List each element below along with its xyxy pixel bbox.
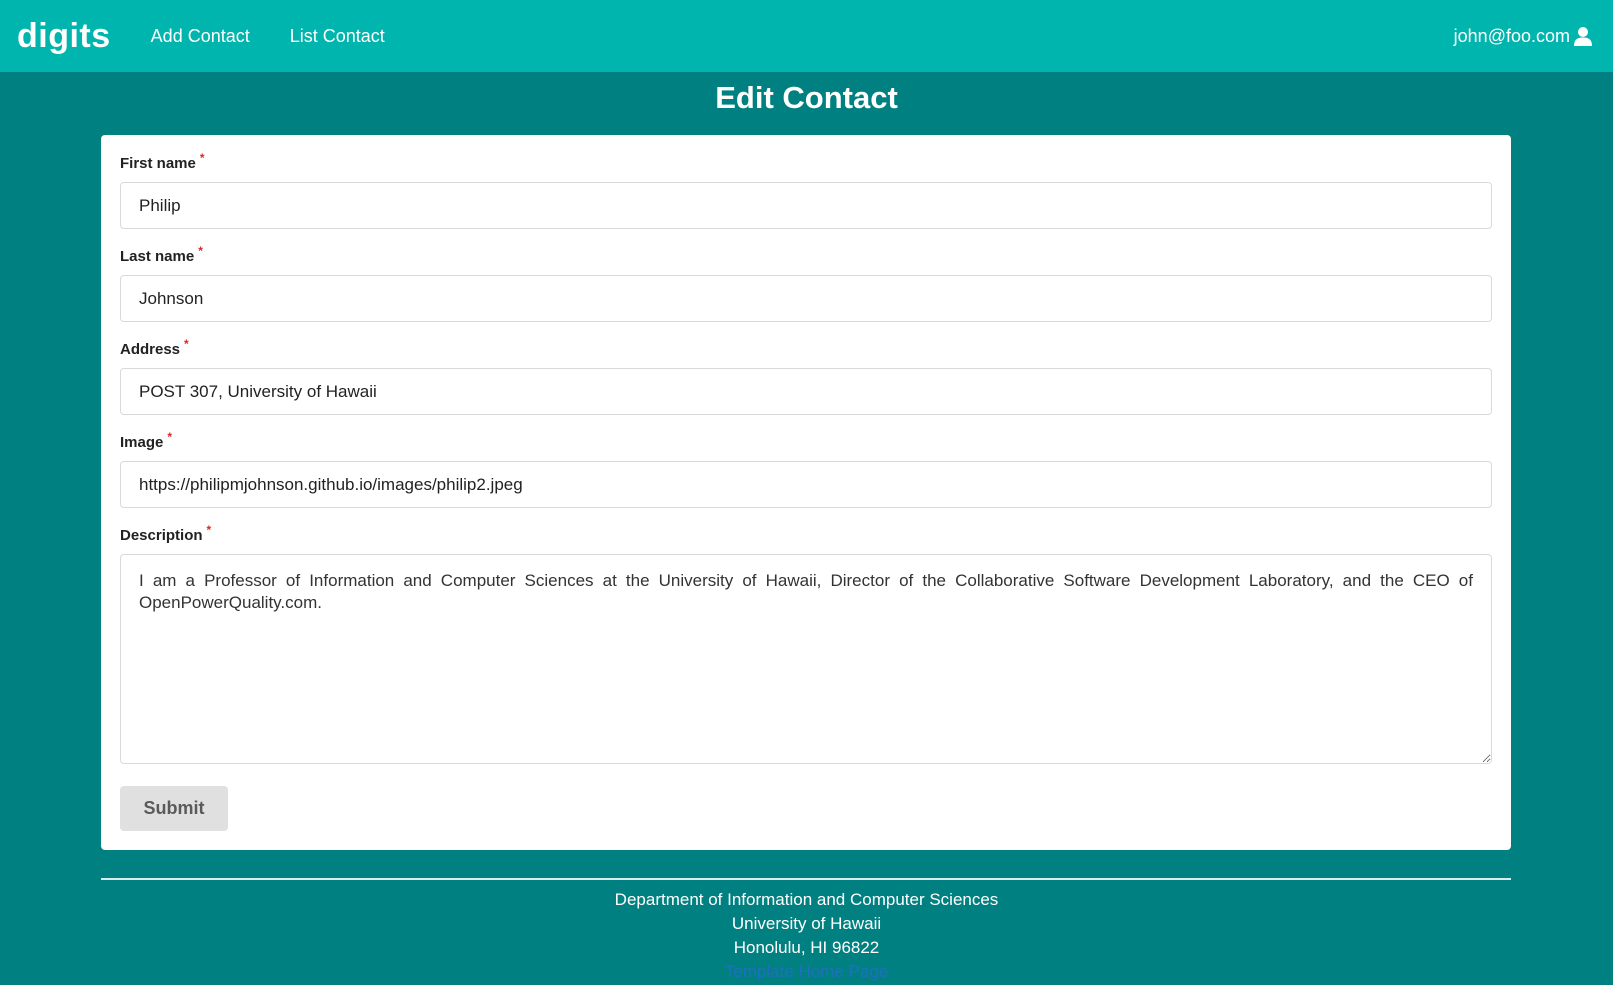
image-field: Image * <box>120 430 1492 508</box>
first-name-input[interactable] <box>120 182 1492 229</box>
last-name-field: Last name * <box>120 244 1492 322</box>
first-name-field: First name * <box>120 151 1492 229</box>
required-marker: * <box>199 151 205 165</box>
required-marker: * <box>184 337 189 351</box>
template-home-link[interactable]: Template Home Page <box>725 960 888 984</box>
footer-address: Honolulu, HI 96822 <box>733 938 880 957</box>
required-marker: * <box>206 523 212 537</box>
address-label: Address * <box>120 337 189 358</box>
footer-university: University of Hawaii <box>731 914 882 933</box>
description-field: Description * I am a Professor of Informa… <box>120 523 1492 769</box>
user-email: john@foo.com <box>1453 25 1570 46</box>
description-textarea[interactable]: I am a Professor of Information and Comp… <box>120 554 1492 764</box>
required-marker: * <box>167 430 173 444</box>
page-title: Edit Contact <box>715 80 898 115</box>
submit-button[interactable]: Submit <box>120 786 228 831</box>
user-menu[interactable]: john@foo.com <box>1454 26 1593 47</box>
user-icon <box>1574 27 1592 46</box>
edit-contact-form: First name* Last name* Address* Image* D… <box>101 135 1511 850</box>
image-label: Image * <box>120 430 173 451</box>
top-navbar: digits Add Contact List Contact john@foo… <box>0 0 1613 72</box>
footer-divider <box>101 878 1511 880</box>
first-name-label: First name * <box>120 151 205 172</box>
address-input[interactable] <box>120 368 1492 415</box>
last-name-input[interactable] <box>120 275 1492 322</box>
brand-logo[interactable]: digits <box>17 17 111 56</box>
last-name-label: Last name * <box>120 244 203 265</box>
image-url-input[interactable] <box>120 461 1492 508</box>
address-field: Address * <box>120 337 1492 415</box>
nav-add-contact[interactable]: Add Contact <box>151 26 250 47</box>
nav-list-contact[interactable]: List Contact <box>290 26 385 47</box>
footer: Department of Information and Computer S… <box>0 888 1613 984</box>
description-label: Description * <box>120 523 212 544</box>
required-marker: * <box>198 244 203 258</box>
footer-department: Department of Information and Computer S… <box>614 890 999 909</box>
